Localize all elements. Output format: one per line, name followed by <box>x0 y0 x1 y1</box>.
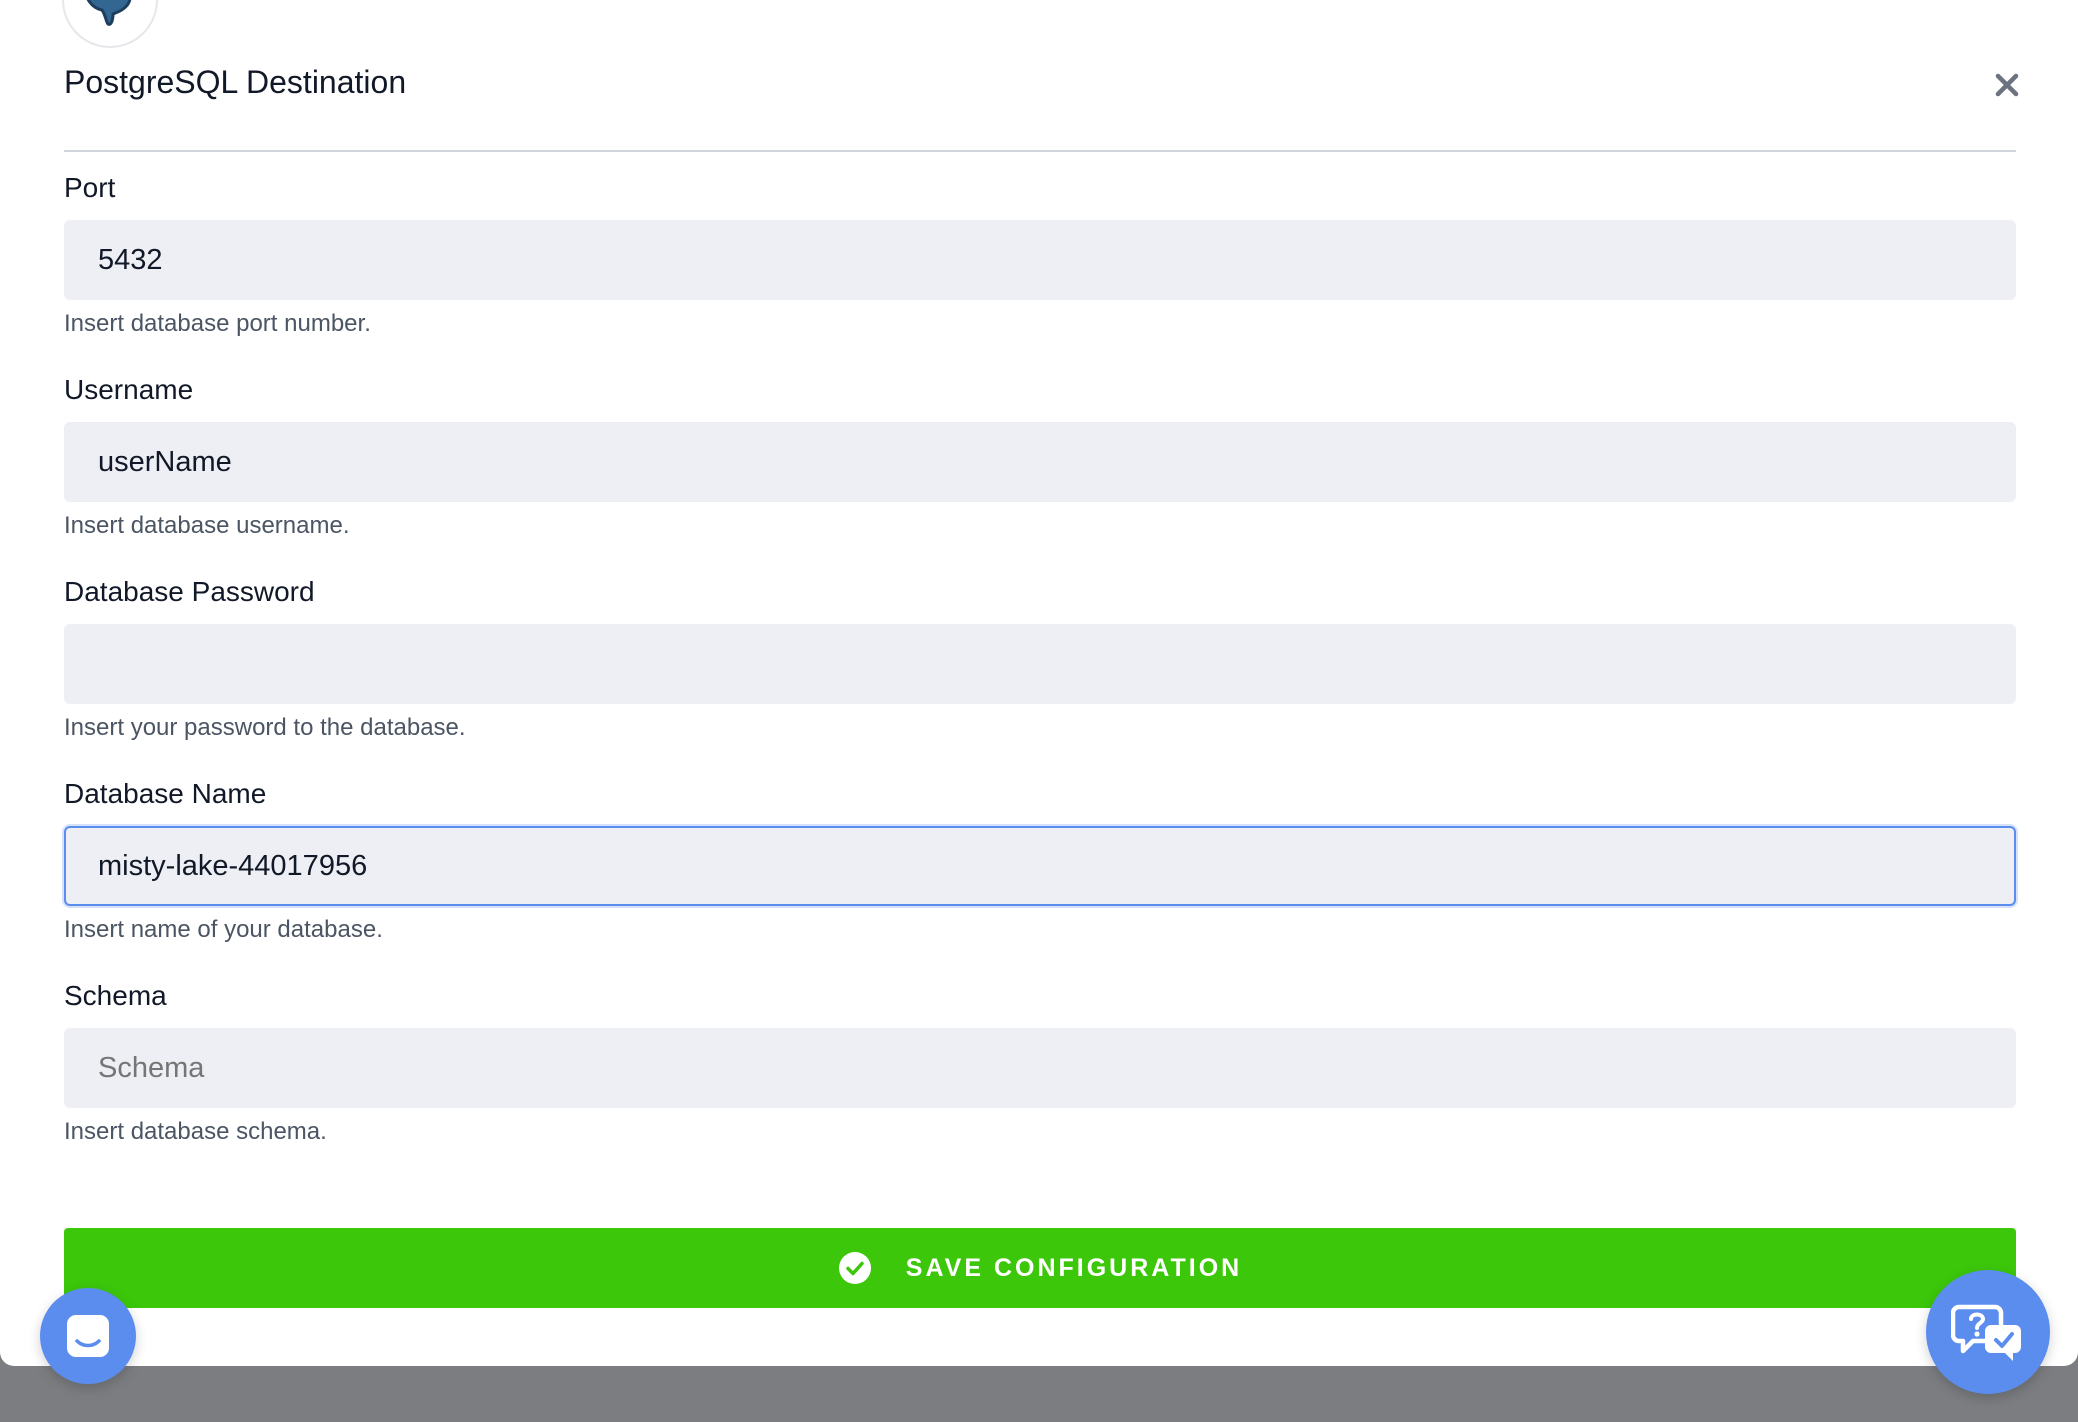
postgresql-logo <box>62 0 158 48</box>
username-input[interactable] <box>64 422 2016 502</box>
database-name-input[interactable] <box>64 826 2016 906</box>
database-password-label: Database Password <box>64 576 315 607</box>
chat-launcher-icon <box>67 1315 109 1357</box>
port-input[interactable] <box>64 220 2016 300</box>
modal-title: PostgreSQL Destination <box>64 64 407 100</box>
help-chat-icon <box>1951 1304 2021 1361</box>
chat-launcher-button[interactable] <box>40 1288 136 1384</box>
database-name-label: Database Name <box>64 778 267 809</box>
database-password-help-text: Insert your password to the database. <box>64 714 466 741</box>
header-divider <box>64 150 2016 152</box>
port-label: Port <box>64 172 116 203</box>
username-label: Username <box>64 374 194 405</box>
check-circle-icon <box>838 1252 871 1284</box>
schema-label: Schema <box>64 980 167 1011</box>
save-configuration-button[interactable]: SAVE CONFIGURATION <box>64 1228 2016 1308</box>
postgresql-elephant-icon <box>86 0 132 26</box>
save-configuration-label: SAVE CONFIGURATION <box>905 1253 1243 1282</box>
schema-help-text: Insert database schema. <box>64 1118 327 1145</box>
username-help-text: Insert database username. <box>64 512 350 539</box>
close-button[interactable] <box>1992 70 2022 100</box>
port-help-text: Insert database port number. <box>64 310 371 337</box>
close-icon <box>1995 73 2019 97</box>
schema-input[interactable] <box>64 1028 2016 1108</box>
help-chat-button[interactable] <box>1926 1270 2050 1394</box>
configuration-modal: PostgreSQL Destination Port Insert datab… <box>0 0 2078 1366</box>
database-password-input[interactable] <box>64 624 2016 704</box>
database-name-help-text: Insert name of your database. <box>64 916 383 943</box>
